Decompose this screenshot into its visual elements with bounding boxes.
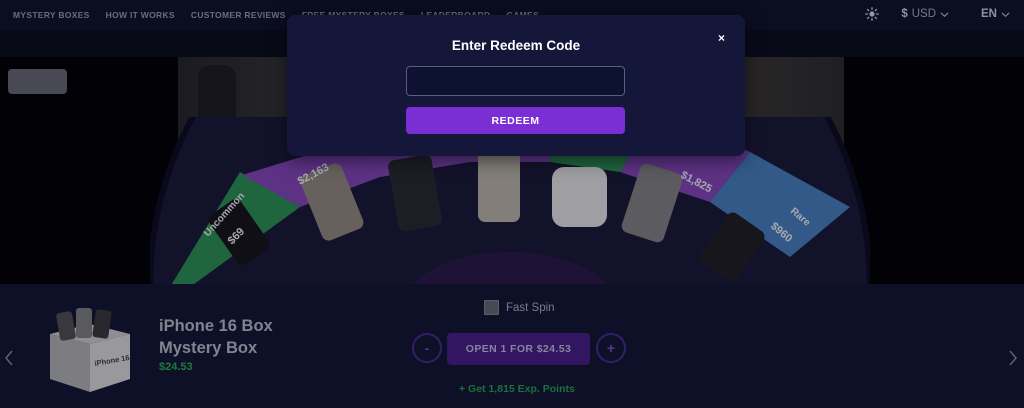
currency-selector[interactable]: $ USD [901,8,949,20]
redeem-code-input[interactable] [406,66,625,96]
close-icon[interactable]: × [718,31,725,45]
open-box-button[interactable]: OPEN 1 FOR $24.53 [447,333,590,365]
modal-title: Enter Redeem Code [451,38,581,53]
increase-quantity-button[interactable]: + [596,333,626,363]
fast-spin-label: Fast Spin [506,301,555,314]
currency-symbol: $ [901,8,908,20]
chevron-down-icon [1001,11,1010,17]
decrease-quantity-button[interactable]: - [412,333,442,363]
product-price: $24.53 [159,361,193,373]
redeem-code-modal: Enter Redeem Code × REDEEM [287,15,745,156]
redeem-button[interactable]: REDEEM [406,107,625,134]
box-open-panel: iPhone 16 iPhone 16 Box Mystery Box $24.… [0,284,1024,408]
language-selector[interactable]: EN [981,8,1010,20]
chevron-right-icon[interactable] [1008,350,1018,366]
currency-code: USD [911,8,937,20]
nav-link-mystery-boxes[interactable]: Mystery Boxes [13,10,90,20]
chevron-left-icon[interactable] [4,350,14,366]
fast-spin-checkbox[interactable] [484,300,499,315]
rarity-tag [8,69,67,94]
nav-link-how-it-works[interactable]: How It Works [106,10,175,20]
fast-spin-toggle[interactable]: Fast Spin [484,300,555,315]
nav-right: $ USD EN [865,7,1010,21]
exp-points-reward: + Get 1,815 Exp. Points [459,383,575,395]
nav-link-customer-reviews[interactable]: Customer Reviews [191,10,286,20]
chevron-down-icon [940,11,949,17]
product-name: iPhone 16 Box Mystery Box [159,317,273,357]
language-code: EN [981,8,997,20]
mystery-box-image: iPhone 16 [50,308,130,392]
sun-icon[interactable] [865,7,880,21]
